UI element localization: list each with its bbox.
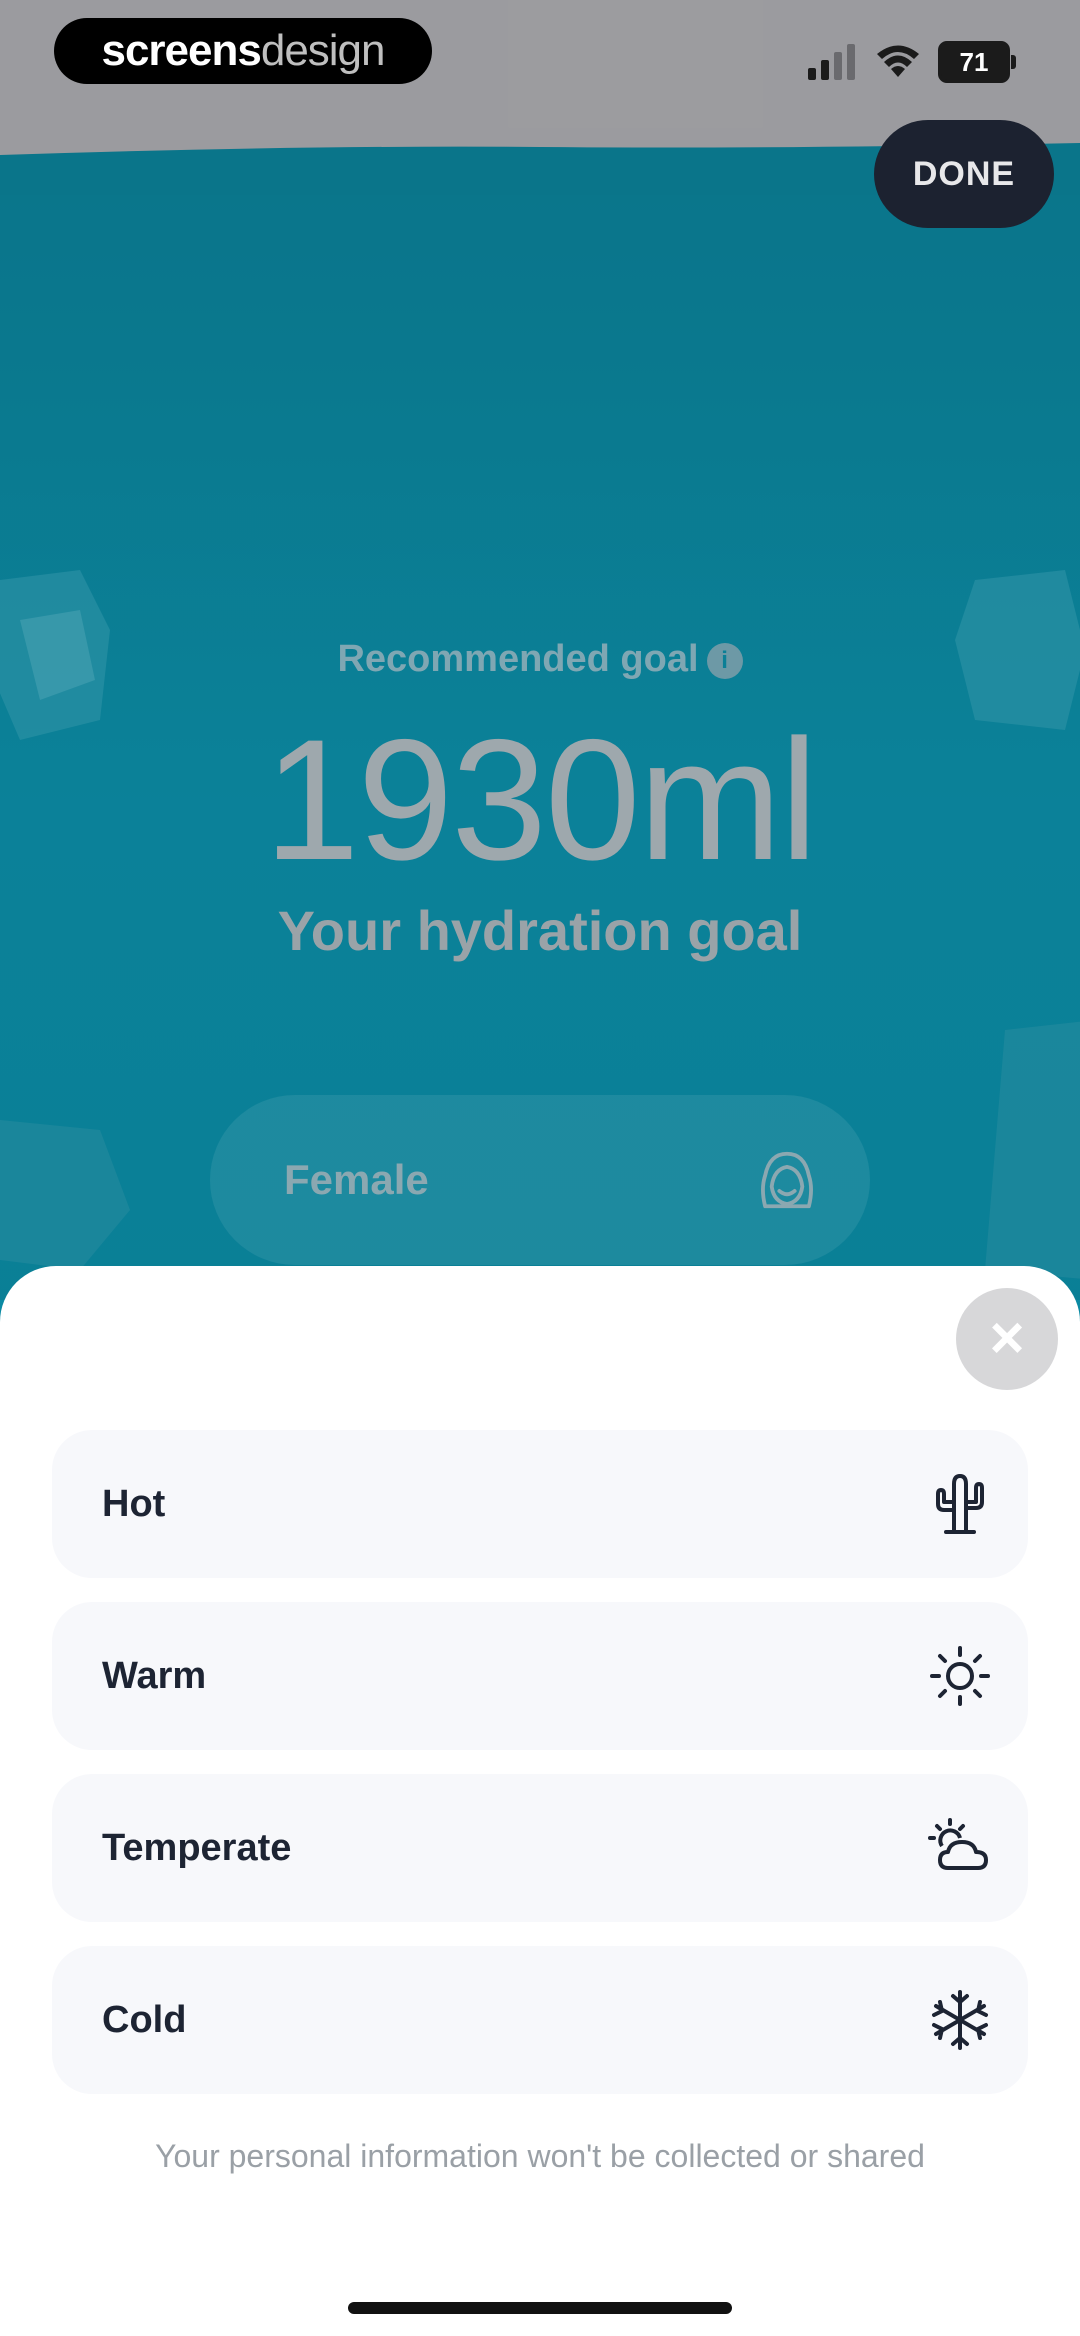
signal-icon xyxy=(808,44,855,80)
gender-label: Female xyxy=(284,1156,429,1203)
recommended-goal-label: Recommended goal i xyxy=(0,638,1080,681)
status-bar: 71 xyxy=(808,40,1016,84)
cactus-icon xyxy=(936,1473,984,1534)
option-temperate[interactable]: Temperate xyxy=(52,1774,1028,1922)
option-label: Warm xyxy=(102,1655,207,1697)
option-label: Temperate xyxy=(102,1827,292,1869)
brand-pill: screensdesign xyxy=(54,18,432,84)
goal-value: 1930ml xyxy=(263,704,818,896)
privacy-note: Your personal information won't be colle… xyxy=(155,2138,925,2174)
wifi-icon xyxy=(877,45,919,77)
sun-icon xyxy=(930,1646,990,1706)
recommended-goal-text: Recommended goal xyxy=(337,638,699,680)
option-warm[interactable]: Warm xyxy=(52,1602,1028,1750)
battery-indicator: 71 xyxy=(938,41,1016,83)
female-avatar-icon xyxy=(761,1151,813,1209)
climate-bottom-sheet: × Hot Warm Temperate Cold xyxy=(0,1266,1080,2336)
brand-part2: design xyxy=(260,26,386,75)
brand-part1: screens xyxy=(101,26,261,75)
option-label: Cold xyxy=(102,1999,187,2041)
option-hot[interactable]: Hot xyxy=(52,1430,1028,1578)
gender-selector[interactable]: Female xyxy=(210,1095,870,1265)
info-icon[interactable]: i xyxy=(706,642,743,679)
snowflake-icon xyxy=(932,1990,988,2050)
home-indicator[interactable] xyxy=(348,2302,732,2314)
option-label: Hot xyxy=(102,1483,166,1525)
option-cold[interactable]: Cold xyxy=(52,1946,1028,2094)
goal-subtitle: Your hydration goal xyxy=(277,899,803,962)
done-button[interactable]: DONE xyxy=(874,120,1054,228)
sun-cloud-icon xyxy=(928,1818,988,1870)
close-button[interactable]: × xyxy=(956,1288,1058,1390)
